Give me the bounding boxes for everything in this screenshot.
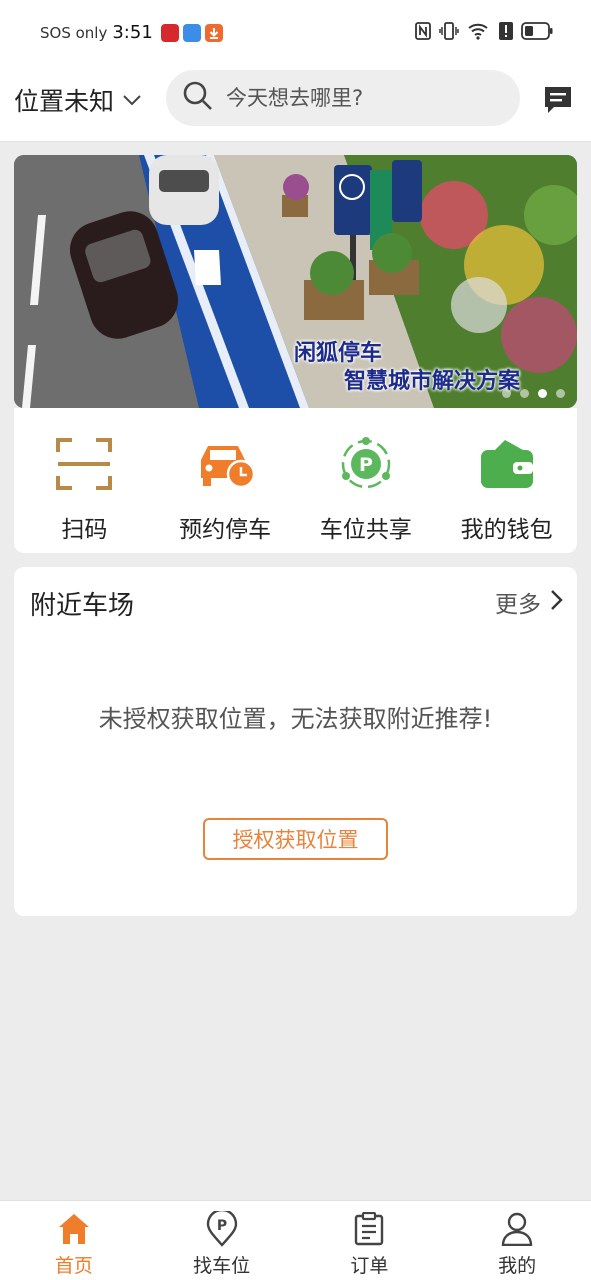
wifi-icon (467, 22, 491, 44)
home-icon (57, 1211, 91, 1247)
more-label: 更多 (495, 592, 541, 618)
nfc-icon (415, 22, 431, 44)
carousel-dot[interactable] (520, 389, 529, 398)
location-selector[interactable]: 位置未知 (14, 82, 142, 118)
action-reserve-parking[interactable]: 预约停车 (155, 408, 296, 553)
scan-icon (56, 436, 113, 492)
nav-orders[interactable]: 订单 (296, 1201, 444, 1280)
wallet-icon (479, 436, 535, 492)
user-icon (501, 1211, 533, 1247)
action-scan-label: 扫码 (61, 517, 108, 543)
search-bar[interactable] (166, 70, 520, 126)
nav-find-parking[interactable]: P 找车位 (148, 1201, 296, 1280)
action-wallet[interactable]: 我的钱包 (436, 408, 577, 553)
message-button[interactable] (542, 84, 574, 120)
nav-home-label: 首页 (54, 1255, 93, 1277)
location-label: 位置未知 (14, 87, 115, 116)
carousel-dot[interactable] (502, 389, 511, 398)
nearby-more-link[interactable]: 更多 (495, 585, 563, 619)
carousel-dot-active[interactable] (538, 389, 547, 398)
nav-profile-label: 我的 (498, 1255, 537, 1277)
search-icon (182, 80, 214, 116)
carousel-dot[interactable] (556, 389, 565, 398)
app-notification-icon (182, 23, 201, 42)
vibrate-icon (439, 22, 459, 44)
chevron-down-icon (122, 91, 142, 110)
location-permission-message: 未授权获取位置，无法获取附近推荐! (98, 705, 493, 733)
bottom-navigation: 首页 P 找车位 订单 我的 (0, 1200, 591, 1280)
action-reserve-label: 预约停车 (179, 517, 272, 543)
chevron-right-icon (549, 589, 563, 615)
nav-home[interactable]: 首页 (0, 1201, 148, 1280)
clipboard-icon (354, 1211, 384, 1247)
action-share-spot[interactable]: P 车位共享 (296, 408, 437, 553)
nearby-title: 附近车场 (30, 591, 135, 621)
svg-text:P: P (216, 1218, 226, 1234)
clock: 3:51 (112, 22, 153, 43)
svg-text:P: P (359, 454, 373, 476)
alert-icon (499, 22, 513, 44)
news-app-icon (160, 23, 179, 42)
nav-find-parking-label: 找车位 (193, 1255, 251, 1277)
parking-pin-icon: P (205, 1211, 239, 1247)
message-icon (545, 87, 571, 113)
promo-banner[interactable]: 闲狐停车 智慧城市解决方案 (14, 155, 577, 408)
action-wallet-label: 我的钱包 (460, 517, 553, 543)
parking-share-icon: P (338, 436, 394, 492)
nav-profile[interactable]: 我的 (443, 1201, 591, 1280)
authorize-location-button[interactable]: 授权获取位置 (203, 818, 388, 860)
carousel-indicator (502, 389, 565, 398)
car-clock-icon (195, 436, 256, 492)
nav-orders-label: 订单 (350, 1255, 389, 1277)
top-header: 位置未知 (0, 64, 591, 142)
carrier-text: SOS only (40, 23, 108, 42)
action-share-label: 车位共享 (319, 517, 412, 543)
download-icon (204, 23, 223, 42)
nearby-lots-card: 附近车场 更多 未授权获取位置，无法获取附近推荐! 授权获取位置 (14, 567, 577, 916)
battery-icon (521, 22, 553, 44)
quick-actions: 扫码 预约停车 P 车位共享 我的钱包 (14, 408, 577, 553)
search-input[interactable] (226, 86, 496, 110)
banner-slogan-tagline: 智慧城市解决方案 (344, 369, 521, 394)
action-scan[interactable]: 扫码 (14, 408, 155, 553)
status-bar: SOS only 3:51 (0, 0, 591, 64)
